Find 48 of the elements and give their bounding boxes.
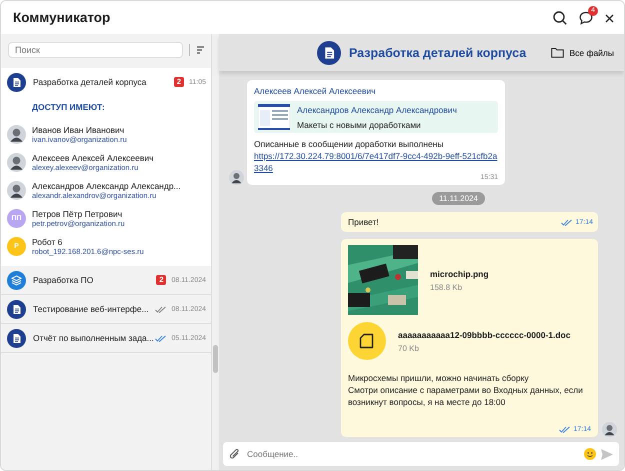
all-files-button[interactable]: Все файлы bbox=[551, 47, 614, 58]
folder-icon bbox=[551, 47, 564, 58]
scrollbar-thumb[interactable] bbox=[213, 345, 218, 373]
avatar-icon bbox=[7, 152, 26, 172]
stack-icon bbox=[7, 270, 26, 290]
date-pill: 11.11.2024 bbox=[432, 192, 485, 205]
file-size: 158.8 Kb bbox=[430, 282, 464, 292]
message-text: Микросхемы пришли, можно начинать сборку Смотри описание с параметрами во Входных данных, если возникнут вопросы, я на месте до 18:00 bbox=[348, 372, 584, 408]
document-icon bbox=[7, 300, 26, 318]
emoji-icon[interactable] bbox=[584, 448, 596, 460]
member-name: Иванов Иван Иванович bbox=[32, 124, 126, 134]
message-composer[interactable]: Сообщение.. bbox=[223, 442, 619, 466]
file-name: microchip.png bbox=[430, 268, 489, 278]
screenshot-thumbnail bbox=[258, 104, 290, 130]
message-field[interactable]: Сообщение.. bbox=[245, 448, 579, 460]
chat-bubble-icon[interactable] bbox=[579, 10, 593, 24]
document-icon bbox=[7, 72, 26, 92]
attach-button[interactable] bbox=[229, 448, 240, 460]
message-text: Описанные в сообщении доработки выполнены bbox=[254, 138, 444, 150]
app-title: Коммуникатор bbox=[13, 10, 112, 25]
quote-text: Макеты с новыми доработками bbox=[297, 120, 422, 130]
message-link[interactable]: https://172.30.224.79:8001/6/7e417df7-9cc4-492b-9eff-521cfb2a3346 bbox=[254, 150, 498, 174]
message-text: Привет! bbox=[348, 216, 380, 228]
send-icon bbox=[601, 448, 613, 460]
avatar-icon bbox=[7, 124, 26, 144]
chat-title: Тестирование веб-интерфе... bbox=[33, 304, 150, 314]
avatar-icon bbox=[7, 180, 26, 200]
access-heading: ДОСТУП ИМЕЮТ: bbox=[31, 101, 106, 114]
chat-title: Разработка деталей корпуса bbox=[33, 77, 148, 87]
message-author: Алексеев Алексей Алексеевич bbox=[254, 86, 377, 96]
sort-icon[interactable] bbox=[196, 46, 205, 54]
paperclip-icon bbox=[229, 448, 240, 460]
member-name: Петров Пётр Петрович bbox=[32, 208, 124, 218]
member-name: Алексеев Алексей Алексеевич bbox=[32, 152, 154, 162]
chat-title: Разработка ПО bbox=[33, 275, 94, 285]
file-size: 70 Kb bbox=[398, 344, 420, 352]
close-icon bbox=[605, 14, 614, 22]
avatar-icon bbox=[229, 170, 244, 185]
member-name: Робот 6 bbox=[32, 236, 64, 246]
file-name: aaaaaaaaaaa12-09bbbb-cccccc-0000-1.doc bbox=[398, 330, 570, 340]
search-icon[interactable] bbox=[553, 10, 567, 24]
file-icon bbox=[348, 322, 386, 360]
conversation-title: Разработка деталей корпуса bbox=[349, 46, 528, 60]
document-icon bbox=[317, 40, 341, 64]
member-name: Александров Александр Александр... bbox=[32, 180, 181, 190]
search-field[interactable]: Поиск bbox=[8, 42, 183, 58]
quote-author: Александров Александр Александрович bbox=[297, 104, 457, 114]
document-icon bbox=[7, 328, 26, 348]
